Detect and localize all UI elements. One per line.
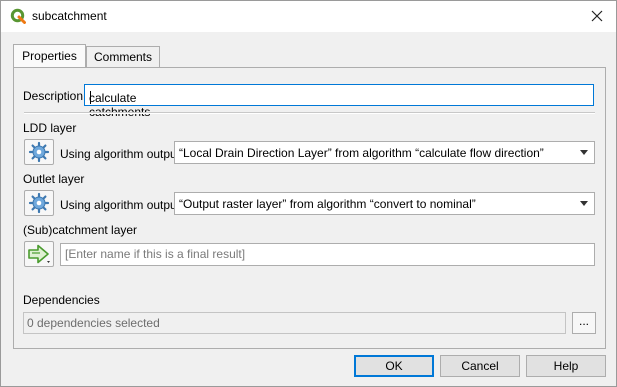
outlet-mode-label: Using algorithm output <box>60 198 181 212</box>
ldd-source-button[interactable] <box>24 139 54 165</box>
tab-properties-label: Properties <box>22 49 77 63</box>
description-input[interactable]: calculate catchments <box>84 84 594 119</box>
separator <box>24 112 595 114</box>
ldd-layer-combo[interactable]: “Local Drain Direction Layer” from algor… <box>174 141 595 164</box>
tab-comments-label: Comments <box>93 50 152 64</box>
dependencies-field: 0 dependencies selected <box>23 312 566 334</box>
window-title: subcatchment <box>32 9 107 23</box>
subcatchment-output-input[interactable] <box>61 244 589 263</box>
outlet-layer-value: “Output raster layer” from algorithm “co… <box>179 197 476 211</box>
help-button[interactable]: Help <box>526 355 606 377</box>
subcatchment-output-button[interactable] <box>24 241 54 267</box>
outlet-source-button[interactable] <box>24 190 54 216</box>
dependencies-value: 0 dependencies selected <box>27 316 160 330</box>
qgis-logo-icon <box>10 8 26 24</box>
arrow-right-icon <box>28 244 50 264</box>
subcatchment-output-field[interactable] <box>60 243 595 266</box>
title-bar: subcatchment <box>1 1 616 32</box>
outlet-layer-combo[interactable]: “Output raster layer” from algorithm “co… <box>174 192 595 215</box>
ldd-layer-value: “Local Drain Direction Layer” from algor… <box>179 146 544 160</box>
description-label: Description <box>23 89 84 103</box>
dialog-window: subcatchment Properties Comments Descrip… <box>0 0 617 387</box>
chevron-down-icon <box>580 201 588 206</box>
subcatchment-layer-label: (Sub)catchment layer <box>23 223 138 237</box>
tab-properties[interactable]: Properties <box>13 44 86 67</box>
ok-button[interactable]: OK <box>354 355 434 377</box>
gear-icon <box>28 141 50 163</box>
tab-comments[interactable]: Comments <box>86 46 160 67</box>
outlet-layer-label: Outlet layer <box>23 172 85 186</box>
ldd-mode-label: Using algorithm output <box>60 147 181 161</box>
cancel-button[interactable]: Cancel <box>440 355 520 377</box>
ldd-layer-label: LDD layer <box>23 121 77 135</box>
close-icon[interactable] <box>586 5 608 27</box>
dependencies-label: Dependencies <box>23 293 100 307</box>
chevron-down-icon <box>580 150 588 155</box>
text-caret <box>90 91 91 104</box>
dependencies-browse-button[interactable]: ... <box>572 312 596 334</box>
gear-icon <box>28 192 50 214</box>
